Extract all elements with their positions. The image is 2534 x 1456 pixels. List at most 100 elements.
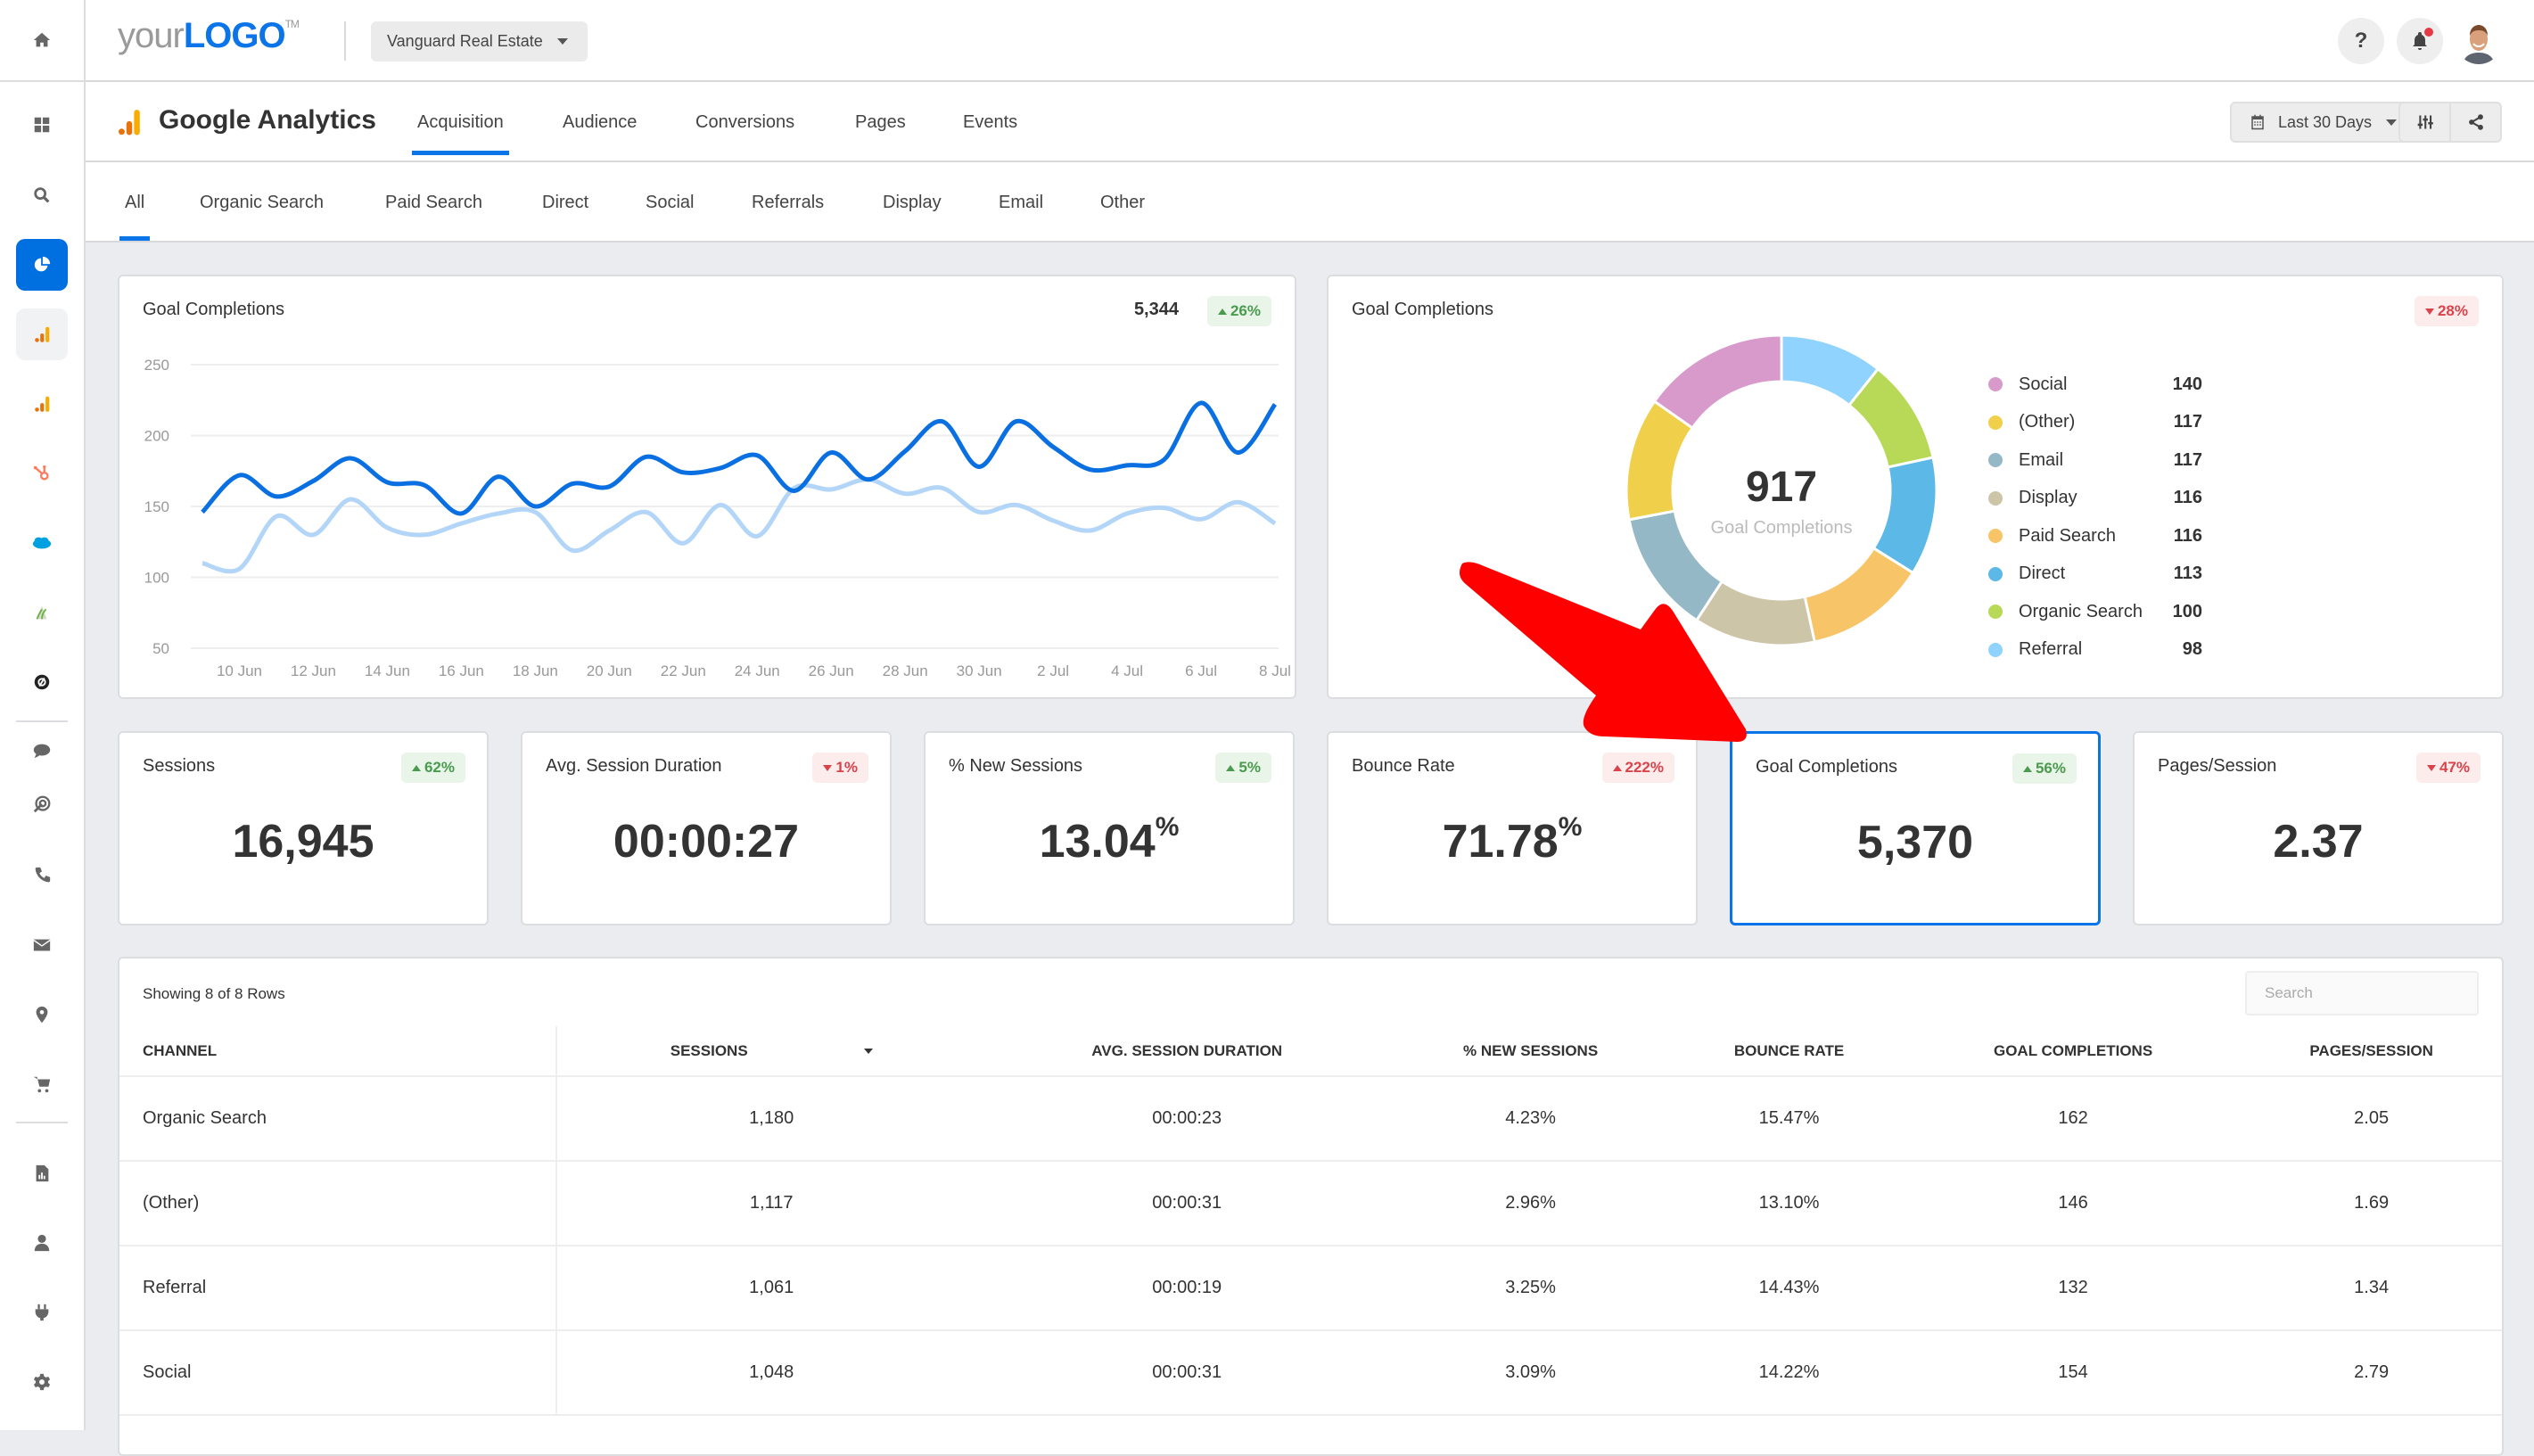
channel-tab-paid-search[interactable]: Paid Search xyxy=(385,193,482,213)
customize-button[interactable] xyxy=(2400,103,2451,141)
data-point[interactable] xyxy=(1048,441,1058,452)
data-point[interactable] xyxy=(1122,508,1132,519)
data-point[interactable] xyxy=(1270,399,1280,410)
column-header[interactable]: AVG. SESSION DURATION xyxy=(985,1026,1388,1077)
user-avatar[interactable] xyxy=(2456,18,2502,64)
data-point[interactable] xyxy=(308,475,318,486)
data-point[interactable] xyxy=(493,508,504,519)
table-row[interactable]: Organic Search 1,180 00:00:23 4.23% 15.47% 16… xyxy=(119,1076,2502,1162)
kpi-card[interactable]: Pages/Session 47% 2.37 xyxy=(2133,731,2504,925)
data-point[interactable] xyxy=(1159,455,1170,465)
data-point[interactable] xyxy=(715,463,726,473)
column-header[interactable]: PAGES/SESSION xyxy=(2241,1026,2502,1077)
channel-tab-social[interactable]: Social xyxy=(646,193,694,213)
channel-tab-other[interactable]: Other xyxy=(1100,193,1145,213)
tab-conversions[interactable]: Conversions xyxy=(695,112,794,133)
data-point[interactable] xyxy=(1196,398,1206,408)
sort-desc-icon[interactable] xyxy=(863,1049,873,1055)
tab-events[interactable]: Events xyxy=(963,112,1017,133)
donut-slice[interactable] xyxy=(1652,333,1783,431)
channel-tab-direct[interactable]: Direct xyxy=(542,193,588,213)
column-header[interactable]: GOAL COMPLETIONS xyxy=(1905,1026,2242,1077)
data-point[interactable] xyxy=(900,446,910,457)
tab-audience[interactable]: Audience xyxy=(563,112,637,133)
data-point[interactable] xyxy=(641,451,652,462)
help-button[interactable]: ? xyxy=(2338,18,2384,64)
sidebar-google-analytics[interactable] xyxy=(16,308,68,360)
data-point[interactable] xyxy=(234,563,244,574)
data-point[interactable] xyxy=(456,508,466,519)
sidebar-reports[interactable] xyxy=(16,239,68,291)
data-point[interactable] xyxy=(826,484,836,495)
data-point[interactable] xyxy=(1085,525,1096,536)
sidebar-salesforce[interactable] xyxy=(16,517,68,569)
data-point[interactable] xyxy=(604,481,614,492)
tab-pages[interactable]: Pages xyxy=(855,112,906,133)
data-point[interactable] xyxy=(382,522,392,533)
sidebar-reports-library[interactable] xyxy=(16,1148,68,1199)
table-row[interactable]: Referral 1,061 00:00:19 3.25% 14.43% 132 1.34 xyxy=(119,1246,2502,1331)
sidebar-local[interactable] xyxy=(16,989,68,1041)
date-range-selector[interactable]: Last 30 Days xyxy=(2229,102,2416,143)
column-header[interactable]: CHANNEL xyxy=(119,1026,557,1077)
channel-tab-email[interactable]: Email xyxy=(999,193,1043,213)
brand-logo[interactable]: yourLOGOTM xyxy=(118,16,300,56)
data-point[interactable] xyxy=(752,531,762,541)
data-point[interactable] xyxy=(419,480,430,490)
data-point[interactable] xyxy=(1196,514,1206,524)
data-point[interactable] xyxy=(567,479,578,489)
sidebar-users[interactable] xyxy=(16,1217,68,1269)
sidebar-calls[interactable] xyxy=(16,850,68,901)
sidebar-hubspot[interactable] xyxy=(16,448,68,499)
data-point[interactable] xyxy=(1048,515,1058,526)
sidebar-target[interactable] xyxy=(16,778,68,830)
data-point[interactable] xyxy=(530,501,540,512)
data-point[interactable] xyxy=(678,538,688,548)
legend-item[interactable]: Paid Search 116 xyxy=(1988,522,2202,549)
kpi-card[interactable]: Avg. Session Duration 1% 00:00:27 xyxy=(521,731,892,925)
data-point[interactable] xyxy=(789,486,800,497)
column-header[interactable]: SESSIONS xyxy=(556,1026,986,1077)
data-point[interactable] xyxy=(641,506,652,517)
legend-item[interactable]: Display 116 xyxy=(1988,485,2202,512)
data-point[interactable] xyxy=(345,494,356,505)
data-point[interactable] xyxy=(1085,465,1096,475)
sidebar-chat[interactable] xyxy=(16,725,68,777)
sidebar-google-analytics-4[interactable] xyxy=(16,378,68,430)
data-point[interactable] xyxy=(900,489,910,499)
legend-item[interactable]: Direct 113 xyxy=(1988,561,2202,588)
data-point[interactable] xyxy=(567,545,578,555)
data-point[interactable] xyxy=(1233,448,1244,458)
data-point[interactable] xyxy=(271,491,282,502)
channel-tab-all[interactable]: All xyxy=(119,193,151,241)
data-point[interactable] xyxy=(1011,499,1022,510)
column-header[interactable]: % NEW SESSIONS xyxy=(1387,1026,1674,1077)
table-row[interactable]: Social 1,048 00:00:31 3.09% 14.22% 154 2.79 xyxy=(119,1330,2502,1416)
data-point[interactable] xyxy=(456,518,466,529)
sidebar-dashboards[interactable] xyxy=(16,99,68,151)
channel-tab-organic-search[interactable]: Organic Search xyxy=(200,193,324,213)
kpi-card[interactable]: Bounce Rate 222% 71.78% xyxy=(1327,731,1698,925)
data-point[interactable] xyxy=(974,506,984,517)
channel-tab-display[interactable]: Display xyxy=(883,193,942,213)
sidebar-home[interactable] xyxy=(16,14,68,66)
sidebar-search[interactable] xyxy=(16,169,68,221)
data-point[interactable] xyxy=(715,499,726,510)
donut-slice[interactable] xyxy=(1803,546,1915,644)
notifications-button[interactable] xyxy=(2397,18,2443,64)
sidebar-integrations[interactable] xyxy=(16,1287,68,1338)
legend-item[interactable]: Referral 98 xyxy=(1988,637,2202,663)
data-point[interactable] xyxy=(197,558,208,569)
data-point[interactable] xyxy=(1122,460,1132,471)
kpi-card[interactable]: % New Sessions 5% 13.04% xyxy=(924,731,1295,925)
data-point[interactable] xyxy=(234,470,244,481)
data-point[interactable] xyxy=(197,506,208,517)
series-current-line[interactable] xyxy=(201,400,1278,516)
data-point[interactable] xyxy=(937,416,948,427)
data-point[interactable] xyxy=(1270,518,1280,529)
data-point[interactable] xyxy=(752,450,762,461)
share-button[interactable] xyxy=(2451,103,2500,141)
kpi-card[interactable]: Sessions 62% 16,945 xyxy=(118,731,489,925)
data-point[interactable] xyxy=(493,472,504,482)
sidebar-callrail[interactable] xyxy=(16,656,68,708)
